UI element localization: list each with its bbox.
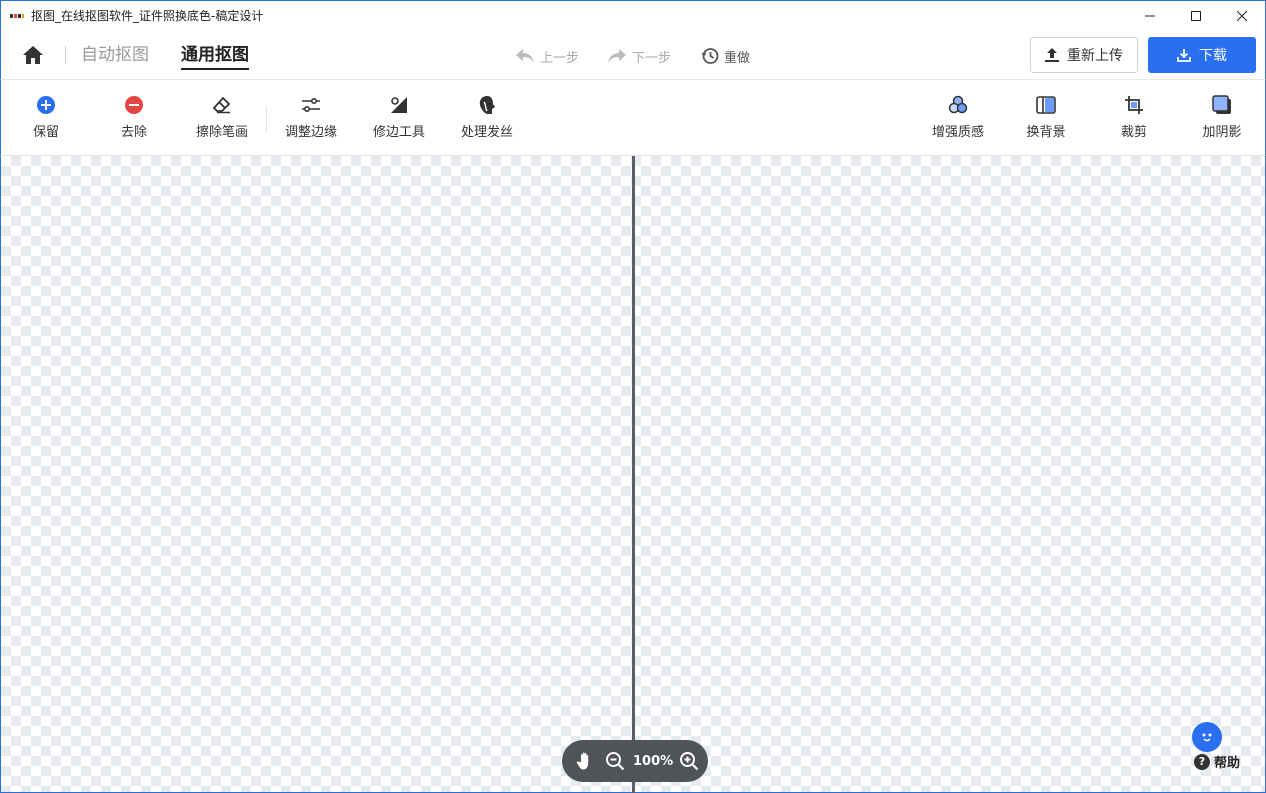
minus-circle-icon <box>123 94 145 116</box>
undo-label: 上一步 <box>540 50 580 66</box>
erase-stroke-tool[interactable]: 擦除笔画 <box>182 94 262 140</box>
adjust-edge-label: 调整边缘 <box>284 125 337 140</box>
redo-button[interactable]: 下一步 <box>607 45 671 67</box>
toolbar-divider <box>266 106 267 132</box>
hair-tool-label: 处理发丝 <box>460 125 513 140</box>
eraser-icon <box>211 94 233 116</box>
change-background-label: 换背景 <box>1026 125 1066 140</box>
tab-general-cutout[interactable]: 通用抠图 <box>181 42 249 70</box>
erase-stroke-label: 擦除笔画 <box>195 125 248 140</box>
keep-tool[interactable]: 保留 <box>6 94 86 140</box>
tool-toolbar: 保留 去除 擦除笔画 调整边缘 修边工具 处理发丝 增强质感 换背景 裁剪 加阴… <box>0 80 1266 156</box>
close-icon <box>1237 11 1247 21</box>
header-divider <box>65 46 66 64</box>
crop-tool[interactable]: 裁剪 <box>1094 94 1174 140</box>
app-header: 自动抠图 通用抠图 上一步 下一步 重做 重新上传 下载 <box>0 30 1266 80</box>
compare-splitter[interactable] <box>632 156 635 793</box>
crop-tool-label: 裁剪 <box>1120 125 1147 140</box>
edge-tool-label: 修边工具 <box>372 125 425 140</box>
edge-tool[interactable]: 修边工具 <box>359 94 439 140</box>
redo-all-button[interactable]: 重做 <box>701 45 750 67</box>
history-icon <box>701 48 719 64</box>
adjust-edge-tool[interactable]: 调整边缘 <box>271 94 351 140</box>
remove-tool-label: 去除 <box>120 125 147 140</box>
edge-tool-icon <box>388 94 410 116</box>
home-button[interactable] <box>21 43 45 67</box>
hand-icon[interactable] <box>575 751 595 771</box>
undo-icon <box>516 49 534 63</box>
question-icon: ? <box>1194 753 1210 770</box>
remove-tool[interactable]: 去除 <box>94 94 174 140</box>
background-icon <box>1035 94 1057 116</box>
shadow-icon <box>1211 94 1233 116</box>
minimize-button[interactable] <box>1127 1 1173 31</box>
zoom-in-icon <box>680 752 699 771</box>
circles-icon <box>947 94 969 116</box>
zoom-out-button[interactable] <box>605 751 625 771</box>
tab-auto-cutout[interactable]: 自动抠图 <box>81 42 149 70</box>
upload-icon <box>1045 48 1059 62</box>
robot-icon <box>1202 733 1212 742</box>
plus-circle-icon <box>35 94 57 116</box>
help-button[interactable]: ? 帮助 <box>1194 752 1240 771</box>
home-icon <box>23 46 43 64</box>
enhance-texture-tool[interactable]: 增强质感 <box>918 94 998 140</box>
zoom-level: 100% <box>633 753 674 769</box>
hair-tool[interactable]: 处理发丝 <box>447 94 527 140</box>
window-title: 抠图_在线抠图软件_证件照换底色-稿定设计 <box>31 9 264 23</box>
app-logo-icon <box>10 12 24 20</box>
zoom-control-bar: 100% <box>562 740 708 782</box>
redo-all-label: 重做 <box>724 50 751 66</box>
crop-icon <box>1123 94 1145 116</box>
minimize-icon <box>1145 15 1155 17</box>
zoom-out-icon <box>606 752 625 771</box>
change-background-tool[interactable]: 换背景 <box>1006 94 1086 140</box>
maximize-icon <box>1191 11 1201 21</box>
undo-button[interactable]: 上一步 <box>515 45 579 67</box>
window-titlebar: 抠图_在线抠图软件_证件照换底色-稿定设计 <box>0 0 1266 30</box>
keep-tool-label: 保留 <box>32 125 59 140</box>
add-shadow-tool[interactable]: 加阴影 <box>1182 94 1262 140</box>
reupload-label: 重新上传 <box>1067 48 1123 64</box>
zoom-in-button[interactable] <box>679 751 699 771</box>
help-label: 帮助 <box>1214 756 1241 771</box>
reupload-button[interactable]: 重新上传 <box>1030 37 1138 73</box>
download-icon <box>1177 49 1191 62</box>
add-shadow-label: 加阴影 <box>1202 125 1242 140</box>
hair-icon <box>476 94 498 116</box>
redo-label: 下一步 <box>632 50 672 66</box>
close-button[interactable] <box>1219 1 1265 31</box>
editing-canvas[interactable]: 100% ? 帮助 <box>0 156 1266 793</box>
sliders-icon <box>300 94 322 116</box>
enhance-texture-label: 增强质感 <box>931 125 984 140</box>
assistant-bot-button[interactable] <box>1192 722 1222 752</box>
download-button[interactable]: 下载 <box>1148 37 1256 73</box>
redo-icon <box>608 49 626 63</box>
maximize-button[interactable] <box>1173 1 1219 31</box>
download-label: 下载 <box>1199 48 1227 64</box>
